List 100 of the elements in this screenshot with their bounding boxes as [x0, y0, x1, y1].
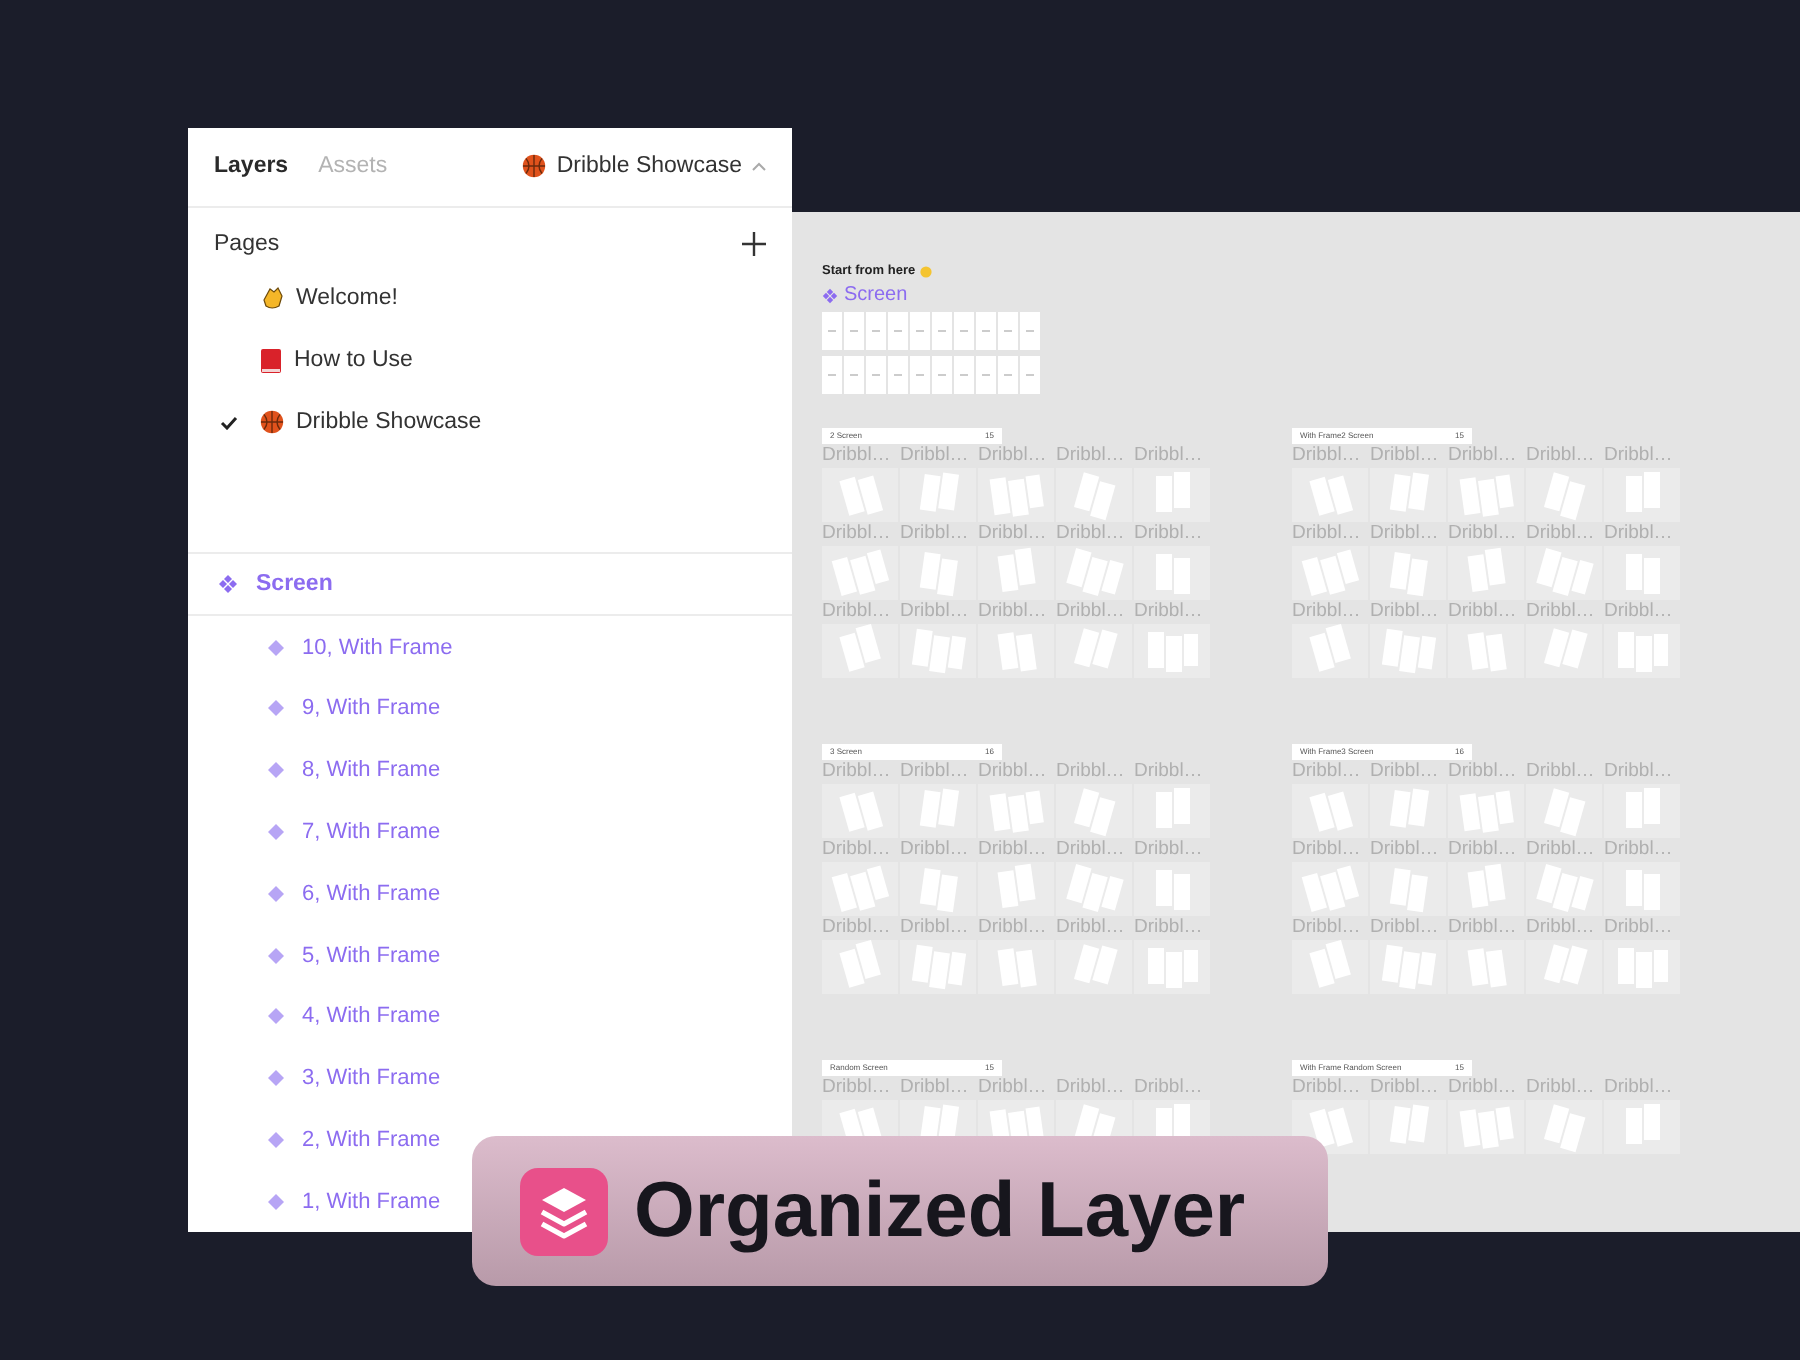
screen-thumbnail	[1370, 546, 1446, 600]
instance-icon	[268, 639, 284, 656]
page-item[interactable]: How to Use	[188, 329, 792, 392]
screen-thumbnail	[1056, 784, 1132, 838]
screen-thumbnail	[822, 624, 898, 678]
screen-thumbnail	[822, 468, 898, 522]
screen-frame	[932, 312, 951, 350]
screen-thumbnail	[1056, 940, 1132, 994]
instance-icon	[268, 762, 284, 779]
screen-thumbnail	[1134, 784, 1210, 838]
screen-thumbnail	[1448, 940, 1524, 994]
screen-thumbnail	[978, 940, 1054, 994]
screen-thumbnail	[1056, 624, 1132, 678]
layer-item[interactable]: 4, With Frame	[268, 985, 441, 1048]
screen-thumbnail	[1604, 862, 1680, 916]
screen-thumbnail	[1134, 940, 1210, 994]
layer-item[interactable]: 3, With Frame	[268, 1047, 441, 1109]
screen-thumbnail	[1056, 468, 1132, 522]
screen-thumbnail	[1604, 546, 1680, 600]
screen-thumbnail	[1448, 1100, 1524, 1154]
screen-thumbnail	[978, 624, 1054, 678]
screen-thumbnail	[1526, 940, 1602, 994]
layers-icon	[520, 1167, 608, 1255]
page-item[interactable]: Dribble Showcase	[188, 391, 792, 454]
screen-frame	[976, 312, 995, 350]
screen-frame	[954, 356, 973, 394]
layer-item[interactable]: 7, With Frame	[268, 801, 441, 863]
screen-thumbnail	[1370, 1100, 1446, 1154]
layer-item[interactable]: 9, With Frame	[268, 678, 441, 740]
page-label: Dribble Showcase	[296, 410, 482, 435]
instance-icon	[268, 885, 284, 902]
basketball-icon	[522, 154, 547, 179]
screen-thumbnail	[822, 546, 898, 600]
screen-thumbnail	[978, 784, 1054, 838]
screen-thumbnail	[1604, 940, 1680, 994]
screen-frame	[822, 356, 841, 394]
screen-thumbnail	[1292, 468, 1368, 522]
banner-title: Organized Layer	[634, 1167, 1246, 1255]
screen-frame	[932, 356, 951, 394]
screen-thumbnail	[1370, 624, 1446, 678]
screen-frame	[1020, 356, 1039, 394]
screen-frame	[866, 312, 885, 350]
screen-frame	[866, 356, 885, 394]
screen-thumbnail	[1134, 468, 1210, 522]
screen-thumbnail	[978, 546, 1054, 600]
basketball-icon	[260, 410, 284, 435]
page-label: How to Use	[294, 348, 413, 373]
screen-thumbnail	[1448, 784, 1524, 838]
screen-thumbnail	[978, 862, 1054, 916]
instance-icon	[268, 1008, 284, 1025]
instance-icon	[268, 1131, 284, 1148]
instance-icon	[268, 947, 284, 964]
component-layer[interactable]: Screen	[188, 554, 792, 617]
screen-thumbnail	[1134, 546, 1210, 600]
screen-thumbnail	[900, 862, 976, 916]
screen-thumbnail	[1526, 624, 1602, 678]
layer-item[interactable]: 8, With Frame	[268, 739, 441, 802]
screen-thumbnail	[1134, 862, 1210, 916]
screen-thumbnail	[1370, 862, 1446, 916]
component-title: Screen	[844, 284, 908, 306]
screen-thumbnail	[978, 468, 1054, 522]
add-icon[interactable]	[742, 231, 766, 256]
screen-frame	[910, 312, 929, 350]
screen-thumbnail	[1056, 862, 1132, 916]
layer-item[interactable]: 1, With Frame	[268, 1170, 441, 1232]
component-icon	[822, 287, 838, 303]
page-item[interactable]: Welcome!	[188, 267, 792, 330]
pages-heading: Pages	[214, 231, 280, 256]
layer-item[interactable]: 10, With Frame	[268, 616, 453, 679]
screen-thumbnail	[1604, 784, 1680, 838]
layer-item[interactable]: 6, With Frame	[268, 862, 441, 925]
screen-frame	[998, 312, 1017, 350]
screen-thumbnail	[1526, 1100, 1602, 1154]
screen-thumbnail	[1292, 784, 1368, 838]
screen-thumbnail	[1604, 468, 1680, 522]
screen-frame	[954, 312, 973, 350]
screen-thumbnail	[1526, 468, 1602, 522]
panel-tab[interactable]: Assets	[318, 154, 388, 179]
screen-thumbnail	[1448, 862, 1524, 916]
screen-frame	[844, 312, 863, 350]
screen-frame	[976, 356, 995, 394]
layer-item[interactable]: 5, With Frame	[268, 924, 441, 986]
panel-tab[interactable]: Layers	[214, 154, 289, 179]
screen-thumbnail	[900, 624, 976, 678]
screen-thumbnail	[1604, 624, 1680, 678]
screen-frame	[888, 312, 907, 350]
instance-icon	[268, 1193, 284, 1210]
screen-frame	[998, 356, 1017, 394]
screen-thumbnail	[1448, 468, 1524, 522]
screen-thumbnail	[900, 468, 976, 522]
screen-thumbnail	[1526, 546, 1602, 600]
screen-thumbnail	[900, 784, 976, 838]
layer-item[interactable]: 2, With Frame	[268, 1108, 441, 1171]
component-icon	[218, 574, 238, 595]
screen-frame	[1020, 312, 1039, 350]
screen-thumbnail	[1448, 546, 1524, 600]
instance-icon	[268, 700, 284, 717]
page-switcher[interactable]: Dribble Showcase	[522, 154, 766, 179]
screen-thumbnail	[822, 940, 898, 994]
screen-thumbnail	[1526, 784, 1602, 838]
